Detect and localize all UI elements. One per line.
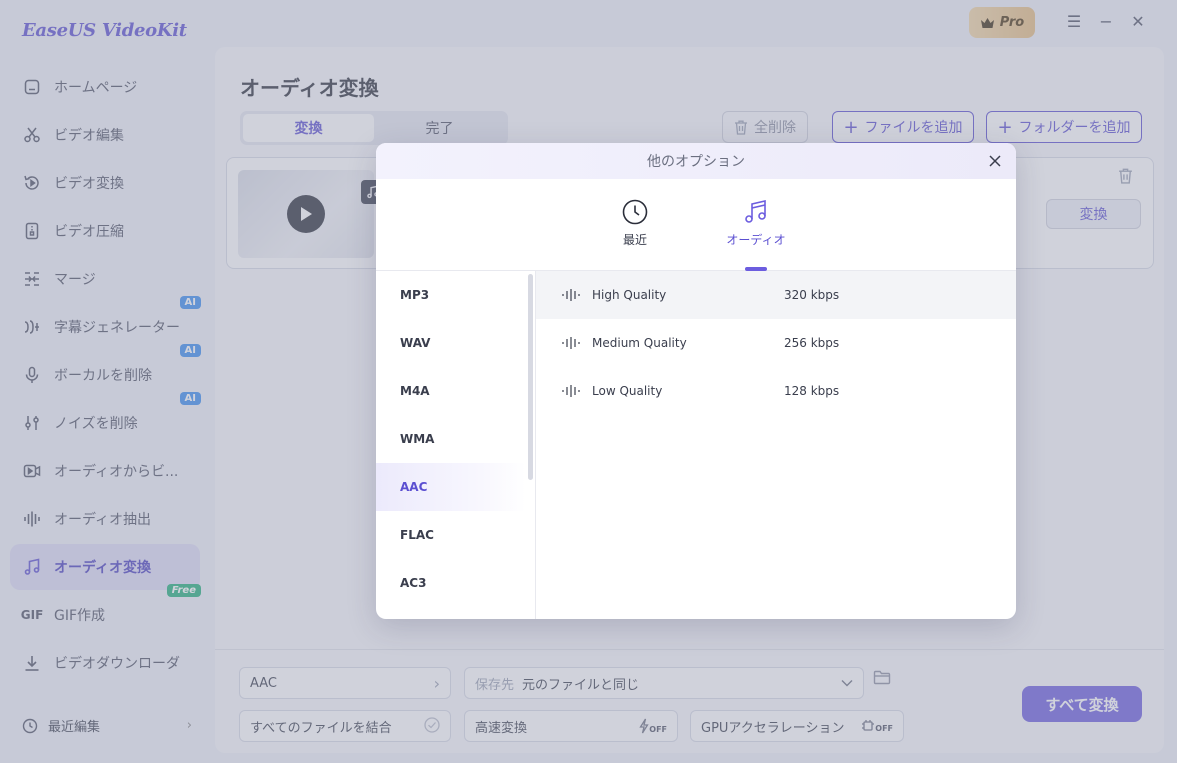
quality-row-low[interactable]: Low Quality 128 kbps bbox=[536, 367, 1016, 415]
clock-icon bbox=[622, 199, 648, 225]
quality-name: Low Quality bbox=[592, 384, 663, 398]
quality-bitrate: 320 kbps bbox=[784, 288, 840, 302]
dialog-header: 他のオプション bbox=[376, 143, 1016, 179]
quality-row-high[interactable]: High Quality 320 kbps bbox=[536, 271, 1016, 319]
quality-bitrate: 128 kbps bbox=[784, 384, 840, 398]
quality-row-medium[interactable]: Medium Quality 256 kbps bbox=[536, 319, 1016, 367]
quality-name: High Quality bbox=[592, 288, 667, 302]
format-item-aac[interactable]: AAC bbox=[376, 463, 526, 511]
dialog-tabs: 最近 オーディオ bbox=[376, 179, 1016, 271]
tab-recent-label: 最近 bbox=[622, 233, 647, 247]
format-item-ac3[interactable]: AC3 bbox=[376, 559, 526, 607]
dialog-title: 他のオプション bbox=[647, 154, 745, 170]
format-item-wav[interactable]: WAV bbox=[376, 319, 526, 367]
close-icon[interactable] bbox=[986, 152, 1004, 170]
format-list-scrollbar[interactable] bbox=[528, 274, 533, 480]
more-options-dialog: 他のオプション 最近 オーディオ MP3 WAV M4A WMA AAC FLA… bbox=[376, 143, 1016, 619]
format-item-flac[interactable]: FLAC bbox=[376, 511, 526, 559]
tab-recent[interactable]: 最近 bbox=[595, 199, 675, 248]
waveform-icon bbox=[562, 288, 580, 302]
format-item-mp3[interactable]: MP3 bbox=[376, 271, 526, 319]
tab-audio-label: オーディオ bbox=[726, 233, 786, 247]
format-list: MP3 WAV M4A WMA AAC FLAC AC3 bbox=[376, 271, 536, 619]
music-note-icon bbox=[745, 199, 766, 223]
format-item-m4a[interactable]: M4A bbox=[376, 367, 526, 415]
quality-bitrate: 256 kbps bbox=[784, 336, 840, 350]
quality-name: Medium Quality bbox=[592, 336, 687, 350]
waveform-icon bbox=[562, 384, 580, 398]
quality-list: High Quality 320 kbps Medium Quality 256… bbox=[536, 271, 1016, 619]
tab-audio[interactable]: オーディオ bbox=[716, 199, 796, 248]
waveform-icon bbox=[562, 336, 580, 350]
format-item-wma[interactable]: WMA bbox=[376, 415, 526, 463]
